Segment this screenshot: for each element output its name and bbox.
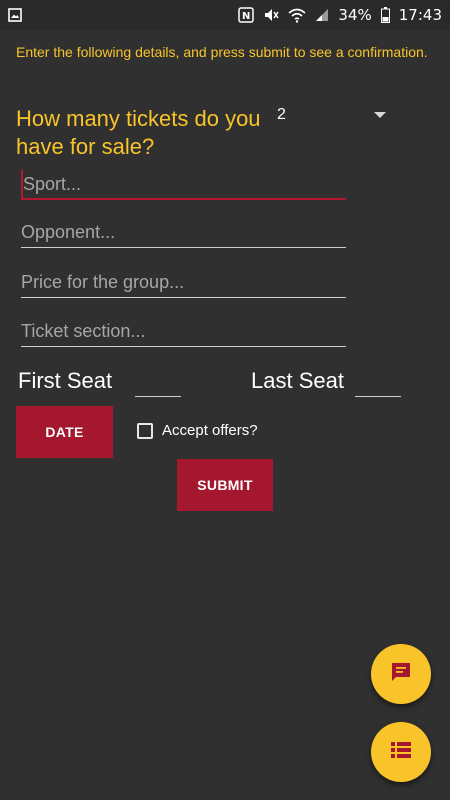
accept-offers-checkbox[interactable] (137, 422, 153, 439)
dropdown-arrow-icon (374, 112, 386, 118)
last-seat-label: Last Seat (251, 368, 344, 393)
image-icon (8, 8, 22, 22)
last-seat-input[interactable] (355, 370, 401, 397)
clock: 17:43 (398, 6, 442, 24)
list-fab-button[interactable] (371, 722, 431, 782)
battery-percent: 34% (338, 6, 372, 24)
chat-fab-button[interactable] (371, 644, 431, 704)
ticket-section-input[interactable] (21, 317, 346, 347)
accept-offers-label: Accept offers? (162, 422, 258, 439)
svg-text:N: N (242, 11, 250, 22)
signal-icon (315, 8, 329, 22)
nfc-icon: N (238, 7, 255, 23)
first-seat-input[interactable] (135, 370, 181, 397)
opponent-input[interactable] (21, 218, 346, 248)
price-input[interactable] (21, 268, 346, 298)
submit-button[interactable]: SUBMIT (177, 459, 273, 511)
sport-input[interactable] (21, 170, 346, 200)
status-bar: N 34% 17:43 (0, 0, 450, 30)
date-button[interactable]: DATE (16, 406, 113, 458)
battery-icon (380, 7, 390, 23)
intro-text: Enter the following details, and press s… (16, 44, 428, 60)
ticket-count-dropdown[interactable]: 2 (268, 100, 388, 130)
chat-icon (390, 661, 412, 687)
mute-icon (263, 7, 280, 23)
list-icon (390, 740, 412, 764)
wifi-icon (288, 7, 306, 23)
first-seat-label: First Seat (18, 368, 113, 393)
accept-offers-checkbox-row[interactable]: Accept offers? (137, 422, 258, 439)
tickets-question: How many tickets do you have for sale? (16, 106, 261, 159)
ticket-count-value: 2 (277, 106, 286, 123)
